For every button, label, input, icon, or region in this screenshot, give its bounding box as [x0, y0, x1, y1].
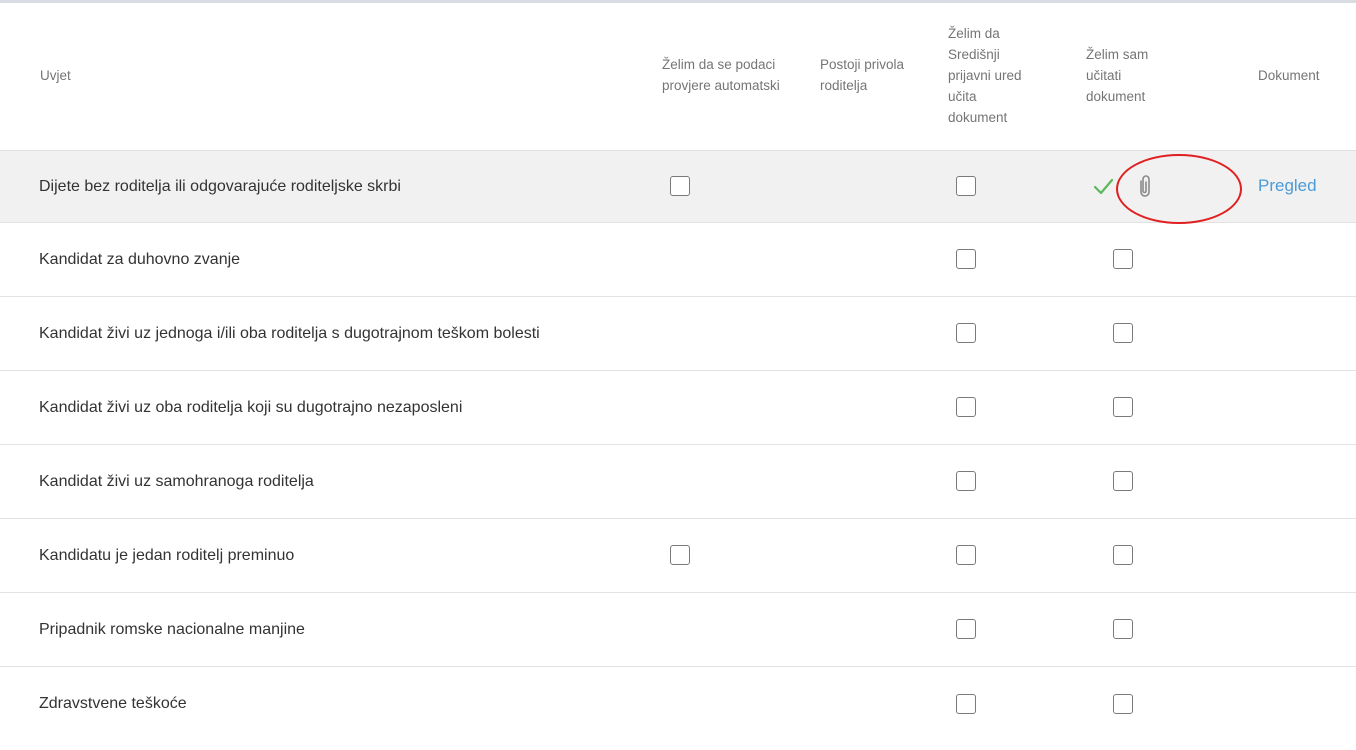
self-upload-checkbox[interactable] [1113, 619, 1133, 640]
row-label: Dijete bez roditelja ili odgovarajuće ro… [0, 150, 630, 223]
row-label: Kandidat za duhovno zvanje [0, 222, 630, 297]
office-upload-checkbox[interactable] [956, 619, 976, 640]
header-self-upload: Želim sam učitati dokument [1086, 0, 1258, 151]
office-upload-checkbox[interactable] [956, 471, 976, 492]
table-row: Kandidat živi uz samohranoga roditelja [0, 444, 1356, 519]
header-condition: Uvjet [0, 0, 630, 151]
office-upload-checkbox[interactable] [956, 693, 976, 714]
row-label: Kandidat živi uz samohranoga roditelja [0, 444, 630, 519]
check-icon [1092, 175, 1114, 197]
row-label: Zdravstvene teškoće [39, 694, 187, 712]
office-upload-checkbox[interactable] [956, 545, 976, 566]
self-upload-checkbox[interactable] [1113, 693, 1133, 714]
row-label: Kandidat živi uz oba roditelja koji su d… [0, 370, 630, 445]
document-preview-link[interactable]: Pregled [1258, 176, 1317, 195]
table-row: Kandidat za duhovno zvanje [0, 222, 1356, 297]
header-document: Dokument [1258, 0, 1356, 151]
office-upload-checkbox[interactable] [956, 397, 976, 418]
self-upload-checkbox[interactable] [1113, 323, 1133, 344]
header-parent-consent: Postoji privola roditelja [820, 0, 948, 151]
row-label: Pripadnik romske nacionalne manjine [0, 592, 630, 667]
table-row: Dijete bez roditelja ili odgovarajuće ro… [0, 150, 1356, 223]
table-row: Pripadnik romske nacionalne manjine [0, 592, 1356, 667]
office-upload-checkbox[interactable] [956, 176, 976, 197]
auto-check-checkbox[interactable] [670, 545, 690, 566]
header-office-upload: Želim da Središnji prijavni ured učita d… [948, 0, 1086, 151]
paperclip-icon[interactable] [1134, 173, 1156, 199]
office-upload-checkbox[interactable] [956, 323, 976, 344]
row-label: Kandidatu je jedan roditelj preminuo [0, 518, 630, 593]
auto-check-checkbox[interactable] [670, 176, 690, 197]
conditions-table: Uvjet Želim da se podaci provjere automa… [0, 0, 1356, 741]
self-upload-checkbox[interactable] [1113, 249, 1133, 270]
table-header-row: Uvjet Želim da se podaci provjere automa… [0, 0, 1356, 151]
office-upload-checkbox[interactable] [956, 249, 976, 270]
row-label: Kandidat živi uz jednoga i/ili oba rodit… [0, 296, 630, 371]
header-auto-check: Želim da se podaci provjere automatski [630, 0, 820, 151]
self-upload-checkbox[interactable] [1113, 397, 1133, 418]
self-upload-checkbox[interactable] [1113, 545, 1133, 566]
table-row: Kandidatu je jedan roditelj preminuo [0, 518, 1356, 593]
table-row: Kandidat živi uz jednoga i/ili oba rodit… [0, 296, 1356, 371]
table-row: Kandidat živi uz oba roditelja koji su d… [0, 370, 1356, 445]
table-row: Zdravstvene teškoće [0, 667, 1356, 741]
self-upload-checkbox[interactable] [1113, 471, 1133, 492]
